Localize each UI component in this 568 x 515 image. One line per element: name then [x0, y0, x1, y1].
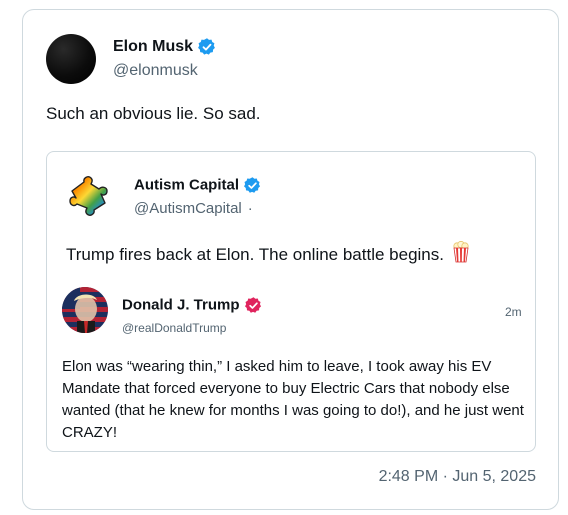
trump-avatar[interactable]: [62, 287, 108, 333]
verified-badge-icon: [244, 297, 261, 313]
author-name[interactable]: Elon Musk: [113, 37, 217, 57]
elon-avatar[interactable]: [46, 34, 96, 84]
author-name-text[interactable]: Elon Musk: [113, 38, 193, 55]
quote-text-content: Trump fires back at Elon. The online bat…: [66, 245, 444, 264]
quote-handle-text[interactable]: @AutismCapital: [134, 200, 242, 217]
nested-author-name[interactable]: Donald J. Trump: [122, 296, 263, 315]
tweet-text: Such an obvious lie. So sad.: [46, 104, 261, 123]
verified-badge-icon: [198, 38, 215, 55]
popcorn-icon: [453, 241, 469, 263]
puzzle-piece-logo-icon[interactable]: [66, 173, 114, 221]
nested-time[interactable]: 2m: [505, 305, 522, 319]
tweet-timestamp[interactable]: 2:48 PM · Jun 5, 2025: [379, 468, 536, 486]
quote-author-handle[interactable]: @AutismCapital ·: [134, 200, 253, 217]
nested-author-handle[interactable]: @realDonaldTrump: [122, 321, 226, 335]
verified-badge-icon: [244, 177, 261, 193]
nested-post-text: Elon was “wearing thin,” I asked him to …: [62, 358, 524, 441]
nested-author-name-text[interactable]: Donald J. Trump: [122, 296, 240, 313]
handle-separator: ·: [247, 200, 253, 217]
quote-author-name-text[interactable]: Autism Capital: [134, 176, 239, 193]
quote-text: Trump fires back at Elon. The online bat…: [66, 241, 470, 265]
author-handle[interactable]: @elonmusk: [113, 62, 198, 80]
quote-author-name[interactable]: Autism Capital: [134, 176, 262, 195]
